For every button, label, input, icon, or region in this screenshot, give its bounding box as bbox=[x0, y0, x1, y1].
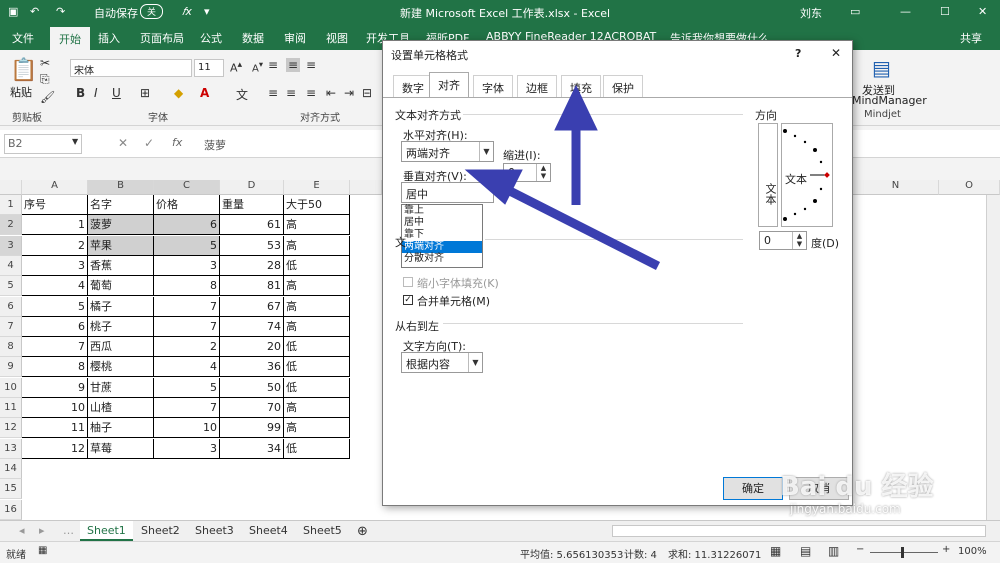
watermark-url: jingyan.baidu.com bbox=[790, 502, 901, 516]
arrow-to-vertical-align-head bbox=[464, 169, 523, 205]
watermark-brand: Bai du 经验 bbox=[780, 472, 934, 502]
arrow-to-fill-tab-head bbox=[554, 84, 598, 131]
